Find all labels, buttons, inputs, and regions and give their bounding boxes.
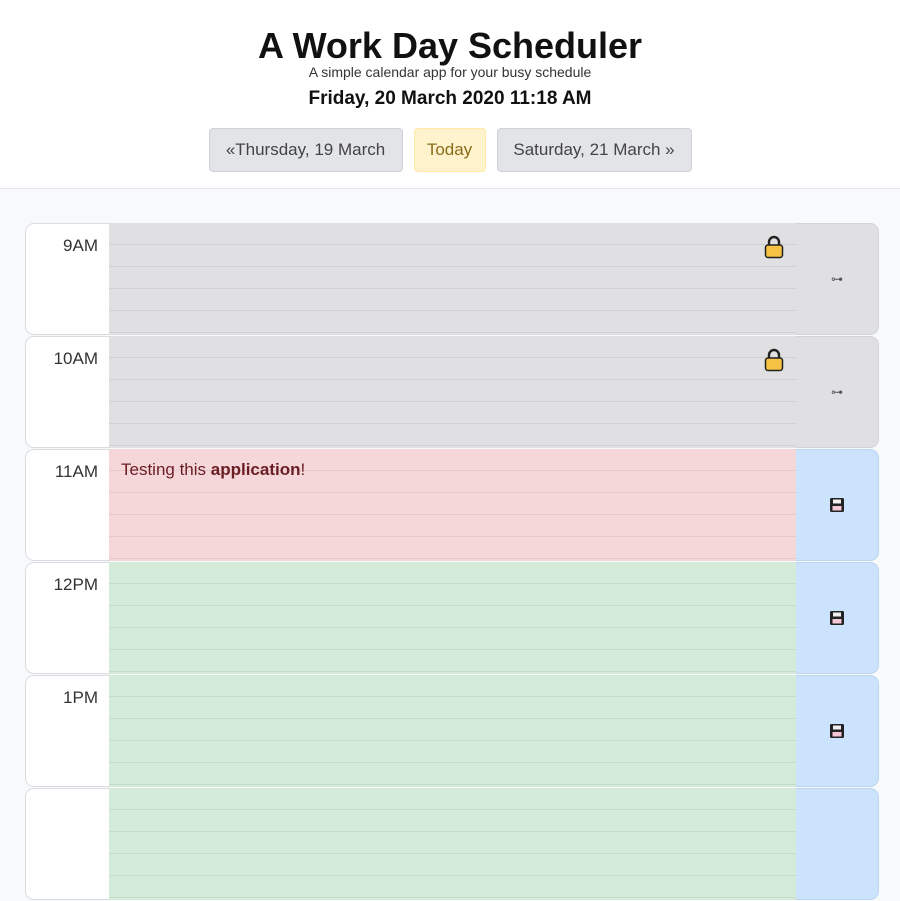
- time-block-partial: [25, 788, 879, 900]
- hour-label: 1PM: [25, 675, 109, 787]
- today-button[interactable]: Today: [413, 128, 486, 172]
- next-day-button[interactable]: Saturday, 21 March »: [496, 128, 692, 172]
- current-datetime: Friday, 20 March 2020 11:18 AM: [308, 88, 592, 109]
- hour-label: [25, 788, 109, 900]
- lock-icon: [764, 348, 784, 372]
- save-button-locked[interactable]: ⊶: [796, 336, 879, 448]
- save-button[interactable]: [796, 788, 879, 900]
- event-textarea[interactable]: [109, 675, 796, 787]
- hour-label: 11AM: [25, 449, 109, 561]
- event-text-bold: application: [210, 460, 301, 479]
- event-textarea[interactable]: Testing this application!: [109, 449, 796, 561]
- event-text: Testing this: [121, 460, 211, 479]
- time-block-11am: 11AM Testing this application!: [25, 449, 879, 561]
- hour-label: 9AM: [25, 223, 109, 335]
- save-button[interactable]: [796, 675, 879, 787]
- save-button[interactable]: [796, 562, 879, 674]
- lock-icon: [764, 235, 784, 259]
- page-title: A Work Day Scheduler: [257, 25, 643, 66]
- floppy-disk-icon: [830, 611, 844, 625]
- key-icon: ⊶: [831, 272, 843, 286]
- app-header: A Work Day Scheduler A simple calendar a…: [0, 0, 900, 189]
- event-textarea[interactable]: [109, 336, 796, 448]
- previous-day-button[interactable]: «Thursday, 19 March: [208, 128, 403, 172]
- key-icon: ⊶: [831, 385, 843, 399]
- time-block-9am: 9AM ⊶: [25, 223, 879, 335]
- floppy-disk-icon: [830, 498, 844, 512]
- save-button[interactable]: [796, 449, 879, 561]
- hour-label: 10AM: [25, 336, 109, 448]
- hourly-schedule: 9AM ⊶ 10AM ⊶ 11AM Testing this applicati…: [25, 223, 879, 901]
- event-textarea[interactable]: [109, 562, 796, 674]
- hour-label: 12PM: [25, 562, 109, 674]
- event-text-tail: !: [300, 460, 306, 479]
- floppy-disk-icon: [830, 724, 844, 738]
- event-textarea[interactable]: [109, 788, 796, 900]
- time-block-12pm: 12PM: [25, 562, 879, 674]
- time-block-1pm: 1PM: [25, 675, 879, 787]
- page-subtitle: A simple calendar app for your busy sche…: [308, 64, 592, 80]
- save-button-locked[interactable]: ⊶: [796, 223, 879, 335]
- event-textarea[interactable]: [109, 223, 796, 335]
- time-block-10am: 10AM ⊶: [25, 336, 879, 448]
- day-navigation: «Thursday, 19 March Today Saturday, 21 M…: [0, 128, 900, 172]
